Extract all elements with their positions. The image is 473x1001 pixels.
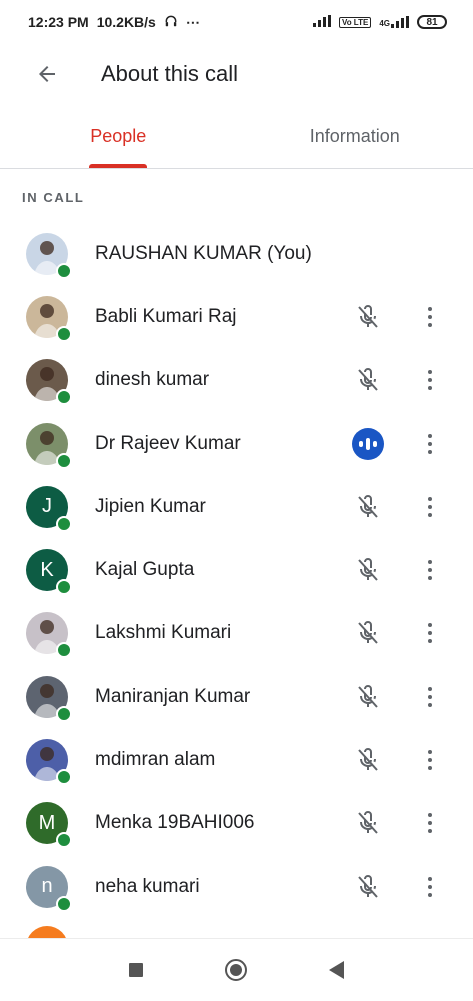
section-label: IN CALL [22,190,84,205]
avatar: K [26,549,68,591]
participant-row[interactable]: mdimran alam [0,728,473,791]
online-status-dot [56,263,72,279]
avatar [26,423,68,465]
online-status-dot [56,706,72,722]
mic-off-icon [351,553,385,587]
avatar-initial: n [41,875,52,898]
online-status-dot [56,832,72,848]
tab-label: People [90,126,146,147]
signal-4g-icon: 4G [379,16,409,28]
active-tab-indicator [89,164,147,168]
participant-name: Maniranjan Kumar [95,686,250,708]
participant-row[interactable]: dinesh kumar [0,349,473,412]
avatar-initial: M [39,812,56,835]
network-speed: 10.2KB/s [97,14,156,30]
participant-name: RAUSHAN KUMAR (You) [95,243,312,265]
speaking-indicator-icon [351,427,385,461]
tab-label: Information [310,126,400,147]
participant-name: dinesh kumar [95,369,209,391]
battery-icon: 81 [417,15,447,29]
more-options-button[interactable] [416,490,444,524]
avatar [26,233,68,275]
avatar [26,612,68,654]
participant-row[interactable]: K Kajal Gupta [0,538,473,601]
tab-information[interactable]: Information [237,104,473,168]
participant-name: Dr Rajeev Kumar [95,433,241,455]
participant-row[interactable]: M Menka 19BAHI006 [0,792,473,855]
participant-name: Menka 19BAHI006 [95,812,255,834]
more-options-button[interactable] [416,680,444,714]
avatar [26,676,68,718]
avatar [26,739,68,781]
recents-button[interactable] [129,963,143,977]
back-button[interactable] [23,50,71,98]
avatar [26,359,68,401]
online-status-dot [56,516,72,532]
page-title: About this call [101,61,238,87]
participant-list: RAUSHAN KUMAR (You) Babli Kumari Raj dines… [0,222,473,918]
more-options-button[interactable] [416,553,444,587]
mic-off-icon [351,300,385,334]
tab-people[interactable]: People [0,104,237,168]
online-status-dot [56,453,72,469]
participant-row[interactable]: Babli Kumari Raj [0,285,473,348]
mic-off-icon [351,870,385,904]
avatar: n [26,866,68,908]
avatar-initial: K [40,559,53,582]
more-options-button[interactable] [416,616,444,650]
mic-off-icon [351,363,385,397]
system-nav-bar [0,938,473,1001]
avatar: J [26,486,68,528]
participant-name: mdimran alam [95,749,215,771]
online-status-dot [56,389,72,405]
participant-name: Jipien Kumar [95,496,206,518]
tab-bar: People Information [0,104,473,169]
participant-row[interactable]: Lakshmi Kumari [0,602,473,665]
mic-off-icon [351,490,385,524]
app-bar: About this call [0,44,473,104]
more-options-button[interactable] [416,870,444,904]
online-status-dot [56,579,72,595]
participant-name: Kajal Gupta [95,559,194,581]
more-options-button[interactable] [416,300,444,334]
avatar [26,296,68,338]
clock: 12:23 PM [28,14,89,30]
participant-name: Lakshmi Kumari [95,622,231,644]
more-options-button[interactable] [416,743,444,777]
online-status-dot [56,642,72,658]
volte-badge: Vo LTE [339,17,371,28]
back-nav-button[interactable] [329,961,344,979]
more-options-button[interactable] [416,427,444,461]
more-options-button[interactable] [416,806,444,840]
mic-off-icon [351,680,385,714]
mic-off-icon [351,806,385,840]
avatar: M [26,802,68,844]
participant-row[interactable]: RAUSHAN KUMAR (You) [0,222,473,285]
headphones-icon [164,14,178,31]
mic-off-icon [351,616,385,650]
online-status-dot [56,896,72,912]
participant-row[interactable]: Maniranjan Kumar [0,665,473,728]
more-options-button[interactable] [416,363,444,397]
more-notifications: ⋯ [186,14,200,31]
participant-row[interactable]: Dr Rajeev Kumar [0,412,473,475]
status-bar: 12:23 PM 10.2KB/s ⋯ Vo LTE 4G 81 [0,0,473,44]
participant-row[interactable]: n neha kumari [0,855,473,918]
online-status-dot [56,326,72,342]
home-button[interactable] [225,959,247,981]
avatar-initial: J [42,495,52,518]
arrow-left-icon [35,62,59,86]
mic-off-icon [351,743,385,777]
participant-name: neha kumari [95,876,200,898]
online-status-dot [56,769,72,785]
participant-name: Babli Kumari Raj [95,306,237,328]
signal-icon [313,14,331,30]
participant-row[interactable]: J Jipien Kumar [0,475,473,538]
